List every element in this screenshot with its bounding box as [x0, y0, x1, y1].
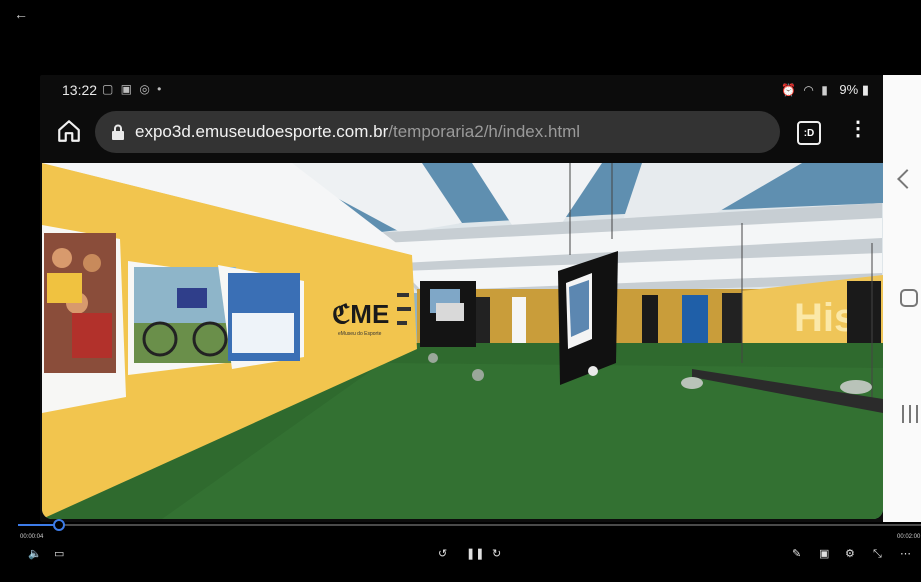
- floor-hotspot[interactable]: [681, 377, 703, 389]
- status-bar: 13:22 ▢ ▣ ◎ • ⏰ ◠ ▮ 9% ▮: [40, 75, 883, 105]
- 3d-museum-viewport[interactable]: His ℭME eMuseu do Esporte: [42, 163, 883, 519]
- photo-rider: [177, 288, 207, 308]
- battery-percent: 9%: [839, 82, 859, 97]
- captions-icon[interactable]: ▭: [54, 549, 64, 560]
- floor-hotspot[interactable]: [428, 353, 438, 363]
- more-menu-icon[interactable]: ⋮: [848, 119, 868, 139]
- url-path: /temporaria2/h/index.html: [388, 122, 581, 141]
- more-options-icon[interactable]: ⋯: [900, 549, 911, 560]
- phone-screen: 13:22 ▢ ▣ ◎ • ⏰ ◠ ▮ 9% ▮ expo3d.emuseudo…: [40, 75, 883, 522]
- android-home-icon[interactable]: [900, 289, 918, 307]
- wall-text: His: [794, 296, 856, 340]
- floor-hotspot[interactable]: [840, 380, 872, 394]
- battery-icon: ▮: [861, 82, 869, 97]
- info-hotspot[interactable]: [588, 366, 598, 376]
- exit-fullscreen-icon[interactable]: ⤡: [873, 549, 882, 560]
- pause-icon[interactable]: ❚❚: [466, 549, 484, 560]
- right-frame: [847, 281, 881, 351]
- forward-30-icon[interactable]: ↻: [492, 549, 501, 560]
- floor-hotspot[interactable]: [472, 369, 484, 381]
- wall-caption: [397, 307, 411, 311]
- back-arrow-icon[interactable]: ←: [14, 6, 28, 22]
- wall-caption: [397, 321, 407, 325]
- back-doorway: [642, 295, 658, 345]
- hanging-photo: [436, 303, 464, 321]
- volume-icon[interactable]: 🔈: [28, 549, 42, 560]
- lock-icon: [112, 124, 124, 140]
- back-panel: [682, 295, 708, 345]
- wall-caption: [397, 293, 409, 297]
- tabs-switcher-icon[interactable]: :D: [797, 121, 821, 145]
- android-back-icon[interactable]: [897, 169, 917, 189]
- photo-shirt: [47, 273, 82, 303]
- back-doorway: [722, 293, 742, 347]
- picture-in-picture-icon[interactable]: ▣: [819, 549, 829, 560]
- quality-icon[interactable]: ⚙: [845, 549, 855, 560]
- photo-shirt: [72, 313, 112, 358]
- photo-uniforms: [232, 313, 294, 353]
- alarm-wifi-signal-icons: ⏰ ◠ ▮: [781, 83, 830, 97]
- total-time: 00:02:00: [897, 534, 921, 540]
- status-right: ⏰ ◠ ▮ 9% ▮: [781, 82, 869, 98]
- back-panel: [512, 297, 526, 345]
- android-recents-icon[interactable]: [902, 405, 918, 423]
- home-icon[interactable]: [56, 118, 82, 144]
- browser-toolbar: expo3d.emuseudoesporte.com.br/temporaria…: [40, 105, 883, 159]
- photo-face: [83, 254, 101, 272]
- photo-face: [52, 248, 72, 268]
- address-bar[interactable]: expo3d.emuseudoesporte.com.br/temporaria…: [95, 111, 780, 153]
- museum-scene: His ℭME eMuseu do Esporte: [42, 163, 883, 519]
- status-time: 13:22: [62, 82, 98, 98]
- progress-thumb[interactable]: [53, 519, 65, 531]
- progress-track[interactable]: [18, 524, 921, 526]
- current-time: 00:00:04: [20, 534, 44, 540]
- tab-count: :D: [803, 127, 815, 139]
- notification-icons: ▢ ▣ ◎ •: [102, 82, 164, 96]
- rewind-10-icon[interactable]: ↺: [438, 549, 447, 560]
- logo-subtext: eMuseu do Esporte: [338, 331, 382, 337]
- url-domain: expo3d.emuseudoesporte.com.br: [135, 122, 389, 141]
- android-nav-bar: [883, 75, 921, 522]
- hanging-photo: [569, 280, 589, 337]
- logo: ℭME: [332, 299, 389, 329]
- edit-icon[interactable]: ✎: [792, 549, 801, 560]
